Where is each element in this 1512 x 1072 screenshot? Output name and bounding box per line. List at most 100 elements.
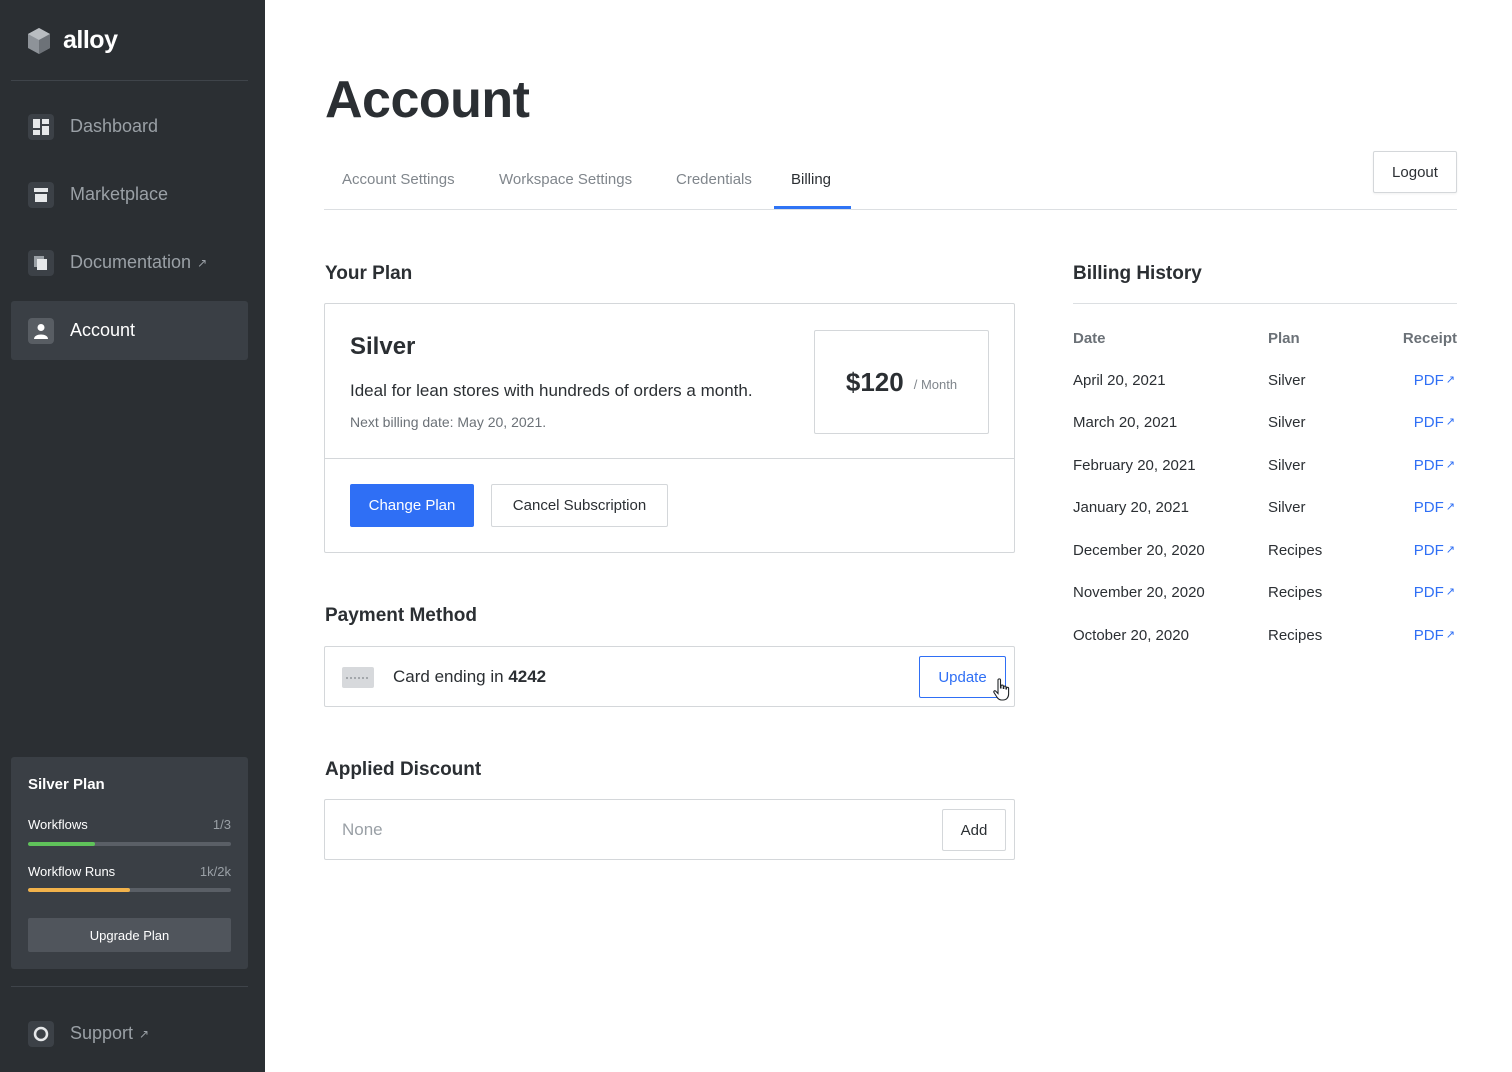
support-icon (28, 1020, 54, 1047)
row-plan: Silver (1268, 457, 1306, 474)
sidebar-item-label: Marketplace (70, 184, 169, 204)
price-box: $120 / Month (814, 330, 989, 434)
cancel-subscription-button[interactable]: Cancel Subscription (491, 484, 668, 527)
table-row: April 20, 2021 Silver PDF ↗ (1073, 372, 1457, 392)
account-tabs: Account Settings Workspace Settings Cred… (324, 150, 1457, 210)
receipt-pdf-link[interactable]: PDF ↗ (1414, 499, 1455, 516)
credit-card-icon (342, 667, 374, 688)
row-plan: Recipes (1268, 542, 1323, 559)
docs-icon (28, 249, 54, 276)
column-header-receipt: Receipt (1402, 330, 1457, 347)
receipt-pdf-link[interactable]: PDF ↗ (1414, 584, 1455, 601)
usage-label: Workflow Runs (28, 864, 116, 879)
app-name: alloy (63, 26, 118, 54)
table-row: January 20, 2021 Silver PDF ↗ (1073, 499, 1457, 519)
upgrade-plan-button[interactable]: Upgrade Plan (28, 918, 231, 952)
runs-progress-bar (28, 888, 231, 892)
row-plan: Silver (1268, 414, 1306, 431)
plan-divider (325, 458, 1014, 459)
usage-value: 1/3 (212, 817, 231, 832)
receipt-pdf-link[interactable]: PDF ↗ (1414, 457, 1455, 474)
sidebar-item-label: Support (70, 1023, 134, 1043)
logout-button[interactable]: Logout (1373, 151, 1457, 193)
workflows-usage: Workflows 1/3 (28, 817, 231, 832)
external-link-icon: ↗ (1445, 629, 1455, 641)
change-plan-button[interactable]: Change Plan (350, 484, 474, 527)
billing-history-title: Billing History (1073, 263, 1202, 284)
discount-input[interactable] (326, 801, 936, 858)
discount-card: Add (324, 799, 1015, 860)
external-link-icon: ↗ (1445, 459, 1455, 471)
sidebar: alloy Dashboard Marketplace Documentatio… (0, 0, 265, 1072)
receipt-label: PDF (1413, 627, 1444, 644)
row-plan: Silver (1268, 499, 1306, 516)
external-link-icon: ↗ (1445, 374, 1455, 386)
receipt-label: PDF (1413, 414, 1444, 431)
column-header-plan: Plan (1268, 330, 1300, 347)
receipt-pdf-link[interactable]: PDF ↗ (1414, 372, 1455, 389)
sidebar-item-marketplace[interactable]: Marketplace (11, 165, 248, 224)
plan-price: $120 (845, 366, 904, 397)
row-date: October 20, 2020 (1073, 627, 1189, 644)
sidebar-item-documentation[interactable]: Documentation ↗ (11, 233, 248, 292)
billing-history-divider (1073, 303, 1457, 304)
tab-workspace-settings[interactable]: Workspace Settings (499, 171, 632, 188)
receipt-pdf-link[interactable]: PDF ↗ (1414, 542, 1455, 559)
receipt-label: PDF (1413, 372, 1444, 389)
tab-credentials[interactable]: Credentials (676, 171, 752, 188)
row-date: November 20, 2020 (1073, 584, 1205, 601)
plan-name: Silver (350, 333, 416, 360)
receipt-label: PDF (1413, 584, 1444, 601)
store-icon (28, 181, 54, 208)
tab-account-settings[interactable]: Account Settings (342, 171, 455, 188)
sidebar-item-label: Account (70, 320, 136, 340)
receipt-label: PDF (1413, 499, 1444, 516)
sidebar-item-support[interactable]: Support ↗ (11, 1004, 248, 1063)
card-last4: 4242 (508, 667, 547, 686)
row-plan: Silver (1268, 372, 1306, 389)
row-date: February 20, 2021 (1073, 457, 1196, 474)
external-link-icon: ↗ (1445, 586, 1455, 598)
dashboard-icon (28, 113, 54, 140)
progress-fill (28, 842, 95, 846)
usage-label: Workflows (28, 817, 88, 832)
your-plan-title: Your Plan (325, 263, 413, 284)
external-link-icon: ↗ (197, 255, 208, 270)
payment-method-title: Payment Method (325, 605, 478, 626)
add-discount-button[interactable]: Add (942, 809, 1006, 851)
table-row: February 20, 2021 Silver PDF ↗ (1073, 457, 1457, 477)
price-unit: / Month (913, 376, 958, 392)
row-date: April 20, 2021 (1073, 372, 1166, 389)
usage-value: 1k/2k (199, 864, 231, 879)
sidebar-item-account[interactable]: Account (11, 301, 248, 360)
payment-method-card: Card ending in 4242 Update (324, 646, 1015, 707)
row-plan: Recipes (1268, 627, 1323, 644)
row-plan: Recipes (1268, 584, 1323, 601)
external-link-icon: ↗ (139, 1026, 150, 1041)
logo[interactable]: alloy (27, 26, 118, 55)
alloy-logo-icon (28, 27, 50, 54)
receipt-label: PDF (1413, 457, 1444, 474)
hand-cursor-icon (993, 678, 1010, 701)
progress-fill (28, 888, 130, 892)
card-prefix: Card ending in (393, 667, 504, 686)
column-header-date: Date (1073, 330, 1106, 347)
applied-discount-title: Applied Discount (325, 759, 482, 780)
row-date: March 20, 2021 (1073, 414, 1178, 431)
runs-usage: Workflow Runs 1k/2k (28, 864, 231, 879)
sidebar-item-dashboard[interactable]: Dashboard (11, 97, 248, 156)
sidebar-divider (11, 80, 248, 81)
table-row: December 20, 2020 Recipes PDF ↗ (1073, 542, 1457, 562)
plan-description: Ideal for lean stores with hundreds of o… (350, 381, 753, 400)
external-link-icon: ↗ (1445, 544, 1455, 556)
workflows-progress-bar (28, 842, 231, 846)
receipt-pdf-link[interactable]: PDF ↗ (1414, 414, 1455, 431)
receipt-pdf-link[interactable]: PDF ↗ (1414, 627, 1455, 644)
user-icon (28, 317, 54, 344)
plan-usage-title: Silver Plan (28, 776, 105, 793)
row-date: January 20, 2021 (1073, 499, 1189, 516)
active-tab-indicator (774, 206, 851, 209)
receipt-label: PDF (1413, 542, 1444, 559)
tab-billing[interactable]: Billing (791, 171, 831, 188)
card-description: Card ending in 4242 (393, 667, 546, 687)
